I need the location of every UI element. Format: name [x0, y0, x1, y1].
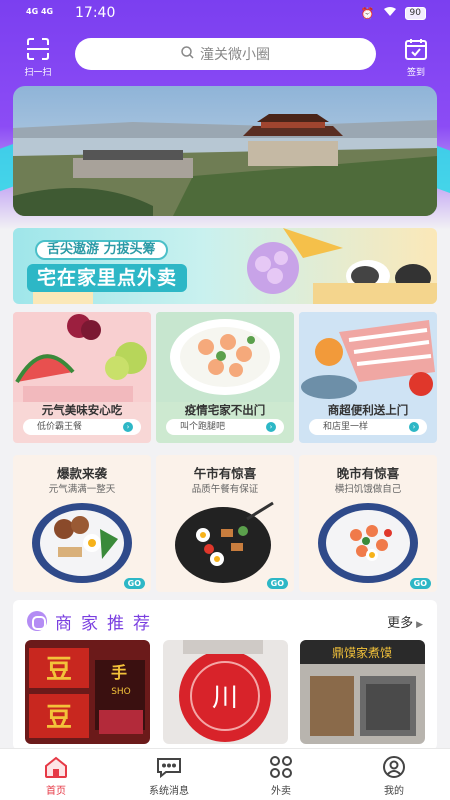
- merchant-sign: 豆: [46, 703, 72, 733]
- arrow-right-icon: ›: [266, 422, 276, 432]
- shrimp-plate-image: [156, 312, 294, 402]
- tab-label: 首页: [46, 786, 66, 797]
- more-link[interactable]: 更多 ▶: [387, 612, 423, 631]
- breakfast-plate-image: [32, 503, 132, 583]
- merchant-photo: 鼎馍家煮馍: [300, 640, 425, 744]
- watermelon-image: [13, 312, 151, 402]
- meal-title: 午市有惊喜: [193, 466, 257, 481]
- meal-subtitle: 横扫饥饿做自己: [334, 484, 402, 495]
- section-title: 商家推荐: [55, 614, 159, 634]
- meal-title: 爆款来袭: [56, 466, 107, 481]
- scan-button[interactable]: 扫一扫: [18, 38, 58, 78]
- tab-home[interactable]: 首页: [16, 755, 96, 797]
- status-time: 17:40: [75, 5, 116, 21]
- category-tag: 和店里一样 ›: [309, 419, 427, 435]
- category-title: 疫情宅家不出门: [184, 403, 266, 417]
- merchant-card[interactable]: 鼎馍家煮馍: [300, 640, 425, 744]
- meal-card-hot-deals[interactable]: 爆款来袭 元气满满一整天 GO: [13, 455, 151, 592]
- go-button[interactable]: GO: [409, 578, 431, 589]
- meal-card-lunch[interactable]: 午市有惊喜 品质午餐有保证 GO: [156, 455, 294, 592]
- grid-icon: [270, 756, 292, 778]
- promo-slogan: 舌尖遨游 力拔头筹: [35, 240, 168, 260]
- category-title: 商超便利送上门: [327, 403, 409, 417]
- scan-label: 扫一扫: [24, 68, 52, 78]
- merchant-sign: 鼎馍家煮馍: [332, 645, 392, 660]
- banner-carousel[interactable]: [13, 86, 437, 216]
- arrow-right-icon: ›: [123, 422, 133, 432]
- tab-label: 系统消息: [149, 786, 189, 797]
- merchant-photo: 川: [163, 640, 288, 744]
- meal-subtitle: 品质午餐有保证: [191, 484, 259, 495]
- meal-card-dinner[interactable]: 晚市有惊喜 横扫饥饿做自己 GO: [299, 455, 437, 592]
- user-icon: [383, 756, 405, 778]
- tab-label: 外卖: [271, 786, 291, 797]
- home-icon: [45, 756, 67, 778]
- tab-label: 我的: [384, 786, 404, 797]
- status-bar: 4G 4G 17:40 ⏰ 90: [0, 0, 450, 28]
- message-icon: [157, 758, 181, 779]
- promo-title: 宅在家里点外卖: [27, 264, 188, 292]
- go-button[interactable]: GO: [266, 578, 288, 589]
- triangle-right-icon: ▶: [416, 620, 423, 630]
- merchant-recommendations: 商家推荐 更多 ▶ 豆 豆 手 SHO 川 鼎馍家煮馍: [13, 600, 437, 750]
- category-card-supermarket[interactable]: 商超便利送上门 和店里一样 ›: [299, 312, 437, 443]
- merchant-sign: 川: [212, 683, 238, 713]
- banner-image: [13, 86, 437, 216]
- battery-indicator: 90: [404, 6, 426, 20]
- merchant-sign: SHO: [111, 687, 131, 697]
- network-indicator: 4G 4G: [26, 7, 54, 16]
- category-title: 元气美味安心吃: [41, 403, 123, 417]
- dinner-plate-image: [318, 503, 418, 583]
- meat-produce-image: [299, 312, 437, 402]
- merchant-sign: 手: [111, 663, 127, 682]
- search-bar[interactable]: 潼关微小圈: [75, 38, 376, 70]
- takeout-promo-banner[interactable]: 舌尖遨游 力拔头筹 宅在家里点外卖: [13, 228, 437, 304]
- category-tag: 低价霸王餐 ›: [23, 419, 141, 435]
- calendar-check-icon: [404, 39, 428, 64]
- checkin-label: 签到: [406, 68, 425, 78]
- checkin-button[interactable]: 签到: [396, 38, 436, 78]
- meal-subtitle: 元气满满一整天: [48, 484, 116, 495]
- merchant-card[interactable]: 豆 豆 手 SHO: [25, 640, 150, 744]
- search-icon: [181, 45, 194, 63]
- bottom-tab-bar: 首页 系统消息 外卖 我的: [0, 748, 450, 800]
- arrow-right-icon: ›: [409, 422, 419, 432]
- go-button[interactable]: GO: [123, 578, 145, 589]
- category-card-errand[interactable]: 疫情宅家不出门 叫个跑腿吧 ›: [156, 312, 294, 443]
- category-card-fresh-food[interactable]: 元气美味安心吃 低价霸王餐 ›: [13, 312, 151, 443]
- tab-messages[interactable]: 系统消息: [129, 755, 209, 797]
- target-icon: [27, 611, 47, 631]
- search-placeholder: 潼关微小圈: [200, 47, 270, 63]
- wifi-icon: [383, 6, 397, 20]
- category-tag: 叫个跑腿吧 ›: [166, 419, 284, 435]
- meal-title: 晚市有惊喜: [336, 466, 400, 481]
- scan-icon: [26, 38, 50, 64]
- tab-profile[interactable]: 我的: [354, 755, 434, 797]
- lunch-plate-image: [175, 501, 274, 583]
- merchant-card[interactable]: 川: [163, 640, 288, 744]
- tab-takeout[interactable]: 外卖: [241, 755, 321, 797]
- alarm-icon: ⏰: [360, 6, 375, 20]
- merchant-photo: 豆 豆 手 SHO: [25, 640, 150, 744]
- merchant-sign: 豆: [46, 655, 72, 685]
